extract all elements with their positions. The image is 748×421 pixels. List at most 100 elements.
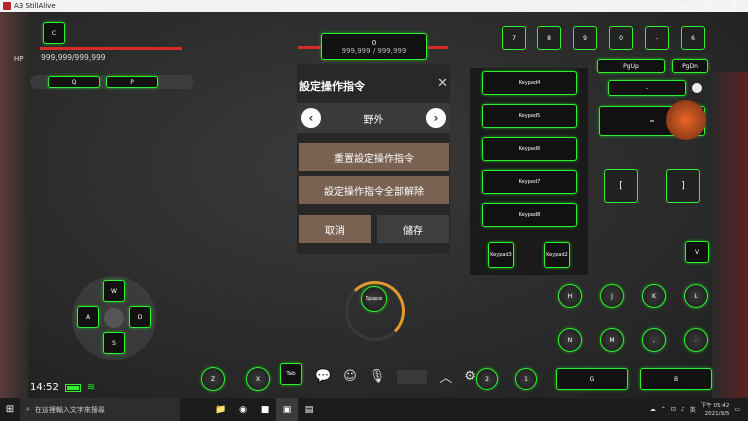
key-z[interactable]: Z	[201, 367, 225, 391]
key-b[interactable]: B	[640, 368, 712, 390]
key-keypad3[interactable]: Keypad3	[488, 242, 514, 268]
key-c[interactable]: C	[43, 22, 65, 44]
key-keypad5[interactable]: Keypad5	[482, 104, 577, 128]
maximize-button[interactable]: □	[696, 0, 722, 12]
emoji-icon[interactable]: ☺	[343, 369, 357, 384]
minimize-button[interactable]: ─	[670, 0, 696, 12]
key-right-bracket[interactable]: ]	[666, 169, 700, 203]
hp-label: HP	[14, 55, 24, 63]
skill-key-7[interactable]: 7	[502, 26, 526, 50]
search-placeholder: 在這裡輸入文字來搜尋	[34, 405, 105, 414]
taskbar-clock[interactable]: 下午 05:42 2021/9/5	[701, 402, 730, 418]
key-label: Space	[365, 296, 383, 302]
skill-key-minus[interactable]: -	[645, 26, 669, 50]
chat-icon[interactable]: 💬	[315, 369, 331, 384]
key-l[interactable]: L	[684, 284, 708, 308]
key-s[interactable]: S	[103, 332, 125, 354]
notification-icon[interactable]: ▭	[734, 406, 740, 413]
key-h[interactable]: H	[558, 284, 582, 308]
taskbar-search[interactable]: ⌕ 在這裡輸入文字來搜尋	[20, 398, 180, 421]
joystick-knob[interactable]	[104, 308, 124, 328]
key-m[interactable]: M	[600, 328, 624, 352]
key-label: Keypad6	[518, 146, 541, 152]
network-icon[interactable]: ⊡	[671, 406, 676, 413]
reset-commands-button[interactable]: 重置設定操作指令	[299, 143, 449, 171]
skill-key-8[interactable]: 8	[537, 26, 561, 50]
key-x[interactable]: X	[246, 367, 270, 391]
key-left-bracket[interactable]: [	[604, 169, 638, 203]
key-label: -	[645, 84, 649, 92]
key-label: 7	[512, 34, 516, 42]
key-0-target[interactable]: 0 999,999 / 999,999	[321, 33, 427, 60]
key-label: 0	[619, 34, 623, 42]
key-p[interactable]: P	[106, 76, 158, 88]
key-pgdn[interactable]: PgDn	[672, 59, 708, 73]
windows-start-icon[interactable]: ⊞	[0, 398, 20, 421]
close-icon[interactable]: ✕	[437, 76, 448, 91]
chrome-icon[interactable]: ◉	[232, 398, 254, 421]
device-time: 14:52	[30, 382, 59, 393]
skill-key-6[interactable]: 6	[681, 26, 705, 50]
cloud-icon[interactable]: ☁	[650, 406, 656, 413]
skill-key-0[interactable]: 0	[609, 26, 633, 50]
chevron-left-icon[interactable]: ‹	[301, 108, 321, 128]
key-keypad7[interactable]: Keypad7	[482, 170, 577, 194]
save-button[interactable]: 儲存	[377, 215, 449, 243]
window-title: A3 StillAlive	[14, 2, 56, 10]
key-label: 6	[691, 34, 695, 42]
clock-date: 2021/9/5	[704, 410, 730, 417]
key-space[interactable]: Space	[361, 286, 387, 312]
cancel-button[interactable]: 取消	[299, 215, 371, 243]
key-k[interactable]: K	[642, 284, 666, 308]
key-q[interactable]: Q	[48, 76, 100, 88]
key-1[interactable]: 1	[515, 368, 537, 390]
key-label: C	[51, 29, 57, 37]
key-j[interactable]: J	[600, 284, 624, 308]
key-w[interactable]: W	[103, 280, 125, 302]
key-label: Keypad4	[518, 80, 541, 86]
key-label: PgDn	[682, 62, 698, 70]
chevron-up-icon[interactable]: ︿	[439, 367, 452, 386]
chat-input[interactable]	[397, 369, 428, 384]
key-label: Keypad7	[518, 179, 541, 185]
key-g[interactable]: G	[556, 368, 628, 390]
key-v[interactable]: V	[685, 241, 709, 263]
file-explorer-icon[interactable]: 📁	[210, 398, 232, 421]
tray-chevron-icon[interactable]: ⌃	[661, 406, 666, 413]
key-label: 0	[371, 38, 377, 47]
key-period[interactable]: .	[684, 328, 708, 352]
key-minus[interactable]: -	[608, 80, 686, 96]
close-window-button[interactable]: ✕	[722, 0, 748, 12]
gear-icon[interactable]: ⚙	[464, 369, 476, 384]
key-label: Keypad3	[490, 252, 512, 258]
clear-all-commands-button[interactable]: 設定操作指令全部解除	[299, 176, 449, 204]
key-n[interactable]: N	[558, 328, 582, 352]
skill-key-9[interactable]: 9	[573, 26, 597, 50]
key-keypad6[interactable]: Keypad6	[482, 137, 577, 161]
game-app-icon[interactable]: ▣	[276, 398, 298, 421]
chat-toolbar: 💬 ☺ 🎙 ︿ ⚙	[315, 367, 476, 386]
key-tab[interactable]: Tab	[280, 363, 302, 385]
hp-text: 999,999/999,999	[41, 53, 106, 62]
key-keypad4[interactable]: Keypad4	[482, 71, 577, 95]
window-controls: ─ □ ✕	[670, 0, 748, 12]
image-viewer-icon[interactable]: ▤	[298, 398, 320, 421]
key-keypad2[interactable]: Keypad2	[544, 242, 570, 268]
key-d[interactable]: D	[129, 306, 151, 328]
windows-taskbar: ⊞ ⌕ 在這裡輸入文字來搜尋 📁 ◉ ■ ▣ ▤ ☁ ⌃ ⊡ ♪ 英 下午 05…	[0, 398, 748, 421]
key-keypad8[interactable]: Keypad8	[482, 203, 577, 227]
chevron-right-icon[interactable]: ›	[426, 108, 446, 128]
bell-icon[interactable]	[692, 83, 702, 93]
key-2[interactable]: 2	[476, 368, 498, 390]
key-label: M	[609, 336, 615, 344]
boss-emblem-icon	[666, 100, 706, 140]
volume-icon[interactable]: ♪	[681, 406, 685, 413]
microphone-icon[interactable]: 🎙	[369, 369, 386, 384]
key-comma[interactable]: ,	[642, 328, 666, 352]
key-label: L	[694, 292, 698, 300]
key-pgup[interactable]: PgUp	[597, 59, 665, 73]
key-a[interactable]: A	[77, 306, 99, 328]
key-label: =	[649, 117, 655, 125]
minecraft-icon[interactable]: ■	[254, 398, 276, 421]
input-language[interactable]: 英	[690, 405, 696, 414]
